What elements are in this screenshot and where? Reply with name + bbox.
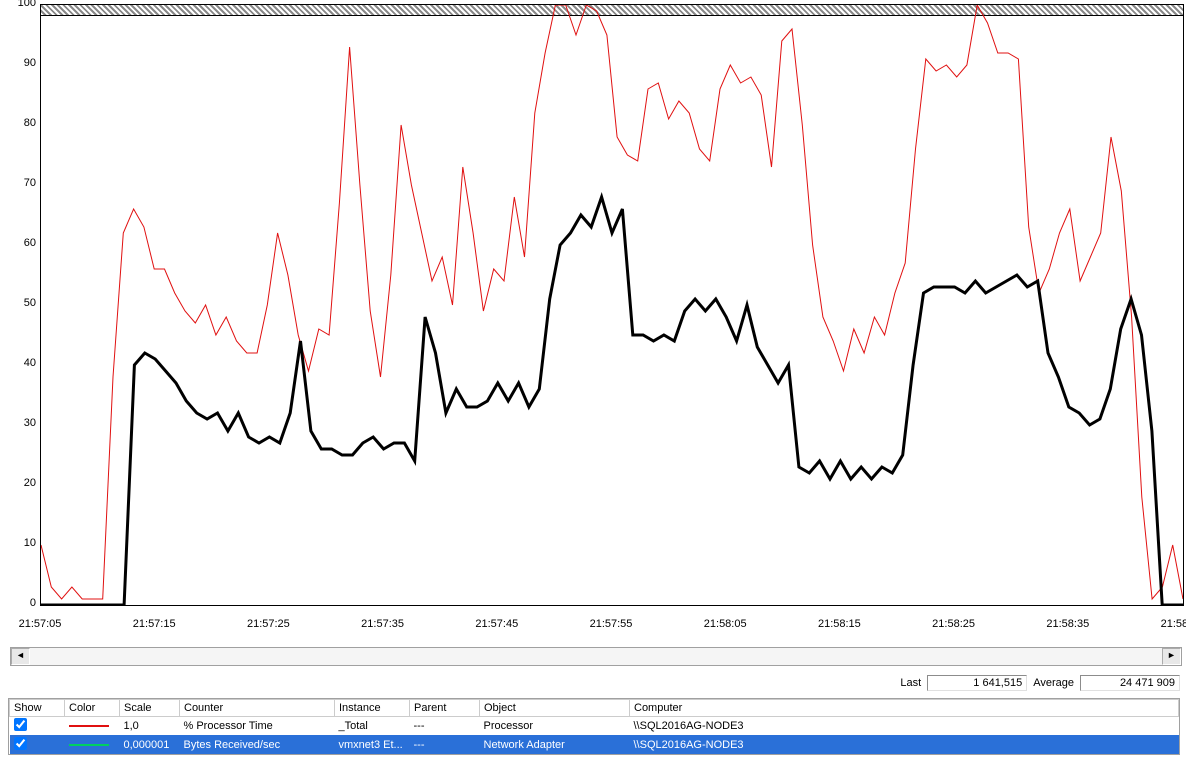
y-tick-label: 30 <box>0 417 36 429</box>
cell-instance: vmxnet3 Et... <box>335 736 410 755</box>
col-parent[interactable]: Parent <box>410 700 480 717</box>
chart-lines-svg <box>41 5 1183 605</box>
color-swatch <box>69 725 109 727</box>
col-show[interactable]: Show <box>10 700 65 717</box>
stats-bar: Last 1 641,515 Average 24 471 909 <box>0 673 1186 693</box>
cell-instance: _Total <box>335 717 410 736</box>
last-label: Last <box>900 677 921 689</box>
x-tick-label: 21:57:55 <box>590 618 633 630</box>
series-line <box>41 197 1183 605</box>
x-tick-label: 21:57:45 <box>475 618 518 630</box>
x-tick-label: 21:57:15 <box>133 618 176 630</box>
show-checkbox[interactable] <box>14 737 27 750</box>
horizontal-scrollbar[interactable]: ◄ ► <box>10 647 1182 666</box>
x-tick-label: 21:58:45 <box>1161 618 1186 630</box>
col-color[interactable]: Color <box>65 700 120 717</box>
y-tick-label: 40 <box>0 357 36 369</box>
legend-row-selected[interactable]: 0,000001 Bytes Received/sec vmxnet3 Et..… <box>10 736 1179 755</box>
col-counter[interactable]: Counter <box>180 700 335 717</box>
x-tick-label: 21:57:25 <box>247 618 290 630</box>
y-tick-label: 0 <box>0 597 36 609</box>
x-tick-label: 21:58:15 <box>818 618 861 630</box>
color-swatch <box>69 744 109 746</box>
scroll-track[interactable] <box>30 648 1162 665</box>
cell-counter: % Processor Time <box>180 717 335 736</box>
y-tick-label: 60 <box>0 237 36 249</box>
x-tick-label: 21:58:35 <box>1046 618 1089 630</box>
show-checkbox[interactable] <box>14 718 27 731</box>
col-object[interactable]: Object <box>480 700 630 717</box>
cell-scale: 0,000001 <box>120 736 180 755</box>
col-instance[interactable]: Instance <box>335 700 410 717</box>
last-value: 1 641,515 <box>927 675 1027 691</box>
x-tick-label: 21:57:35 <box>361 618 404 630</box>
y-tick-label: 100 <box>0 0 36 9</box>
col-scale[interactable]: Scale <box>120 700 180 717</box>
y-tick-label: 80 <box>0 117 36 129</box>
col-computer[interactable]: Computer <box>630 700 1179 717</box>
x-tick-label: 21:58:25 <box>932 618 975 630</box>
cell-computer: \\SQL2016AG-NODE3 <box>630 736 1179 755</box>
x-tick-label: 21:58:05 <box>704 618 747 630</box>
scroll-left-arrow[interactable]: ◄ <box>11 648 30 665</box>
y-tick-label: 20 <box>0 477 36 489</box>
y-tick-label: 10 <box>0 537 36 549</box>
y-tick-label: 90 <box>0 57 36 69</box>
average-label: Average <box>1033 677 1074 689</box>
cell-object: Network Adapter <box>480 736 630 755</box>
y-tick-label: 50 <box>0 297 36 309</box>
scroll-right-arrow[interactable]: ► <box>1162 648 1181 665</box>
cell-computer: \\SQL2016AG-NODE3 <box>630 717 1179 736</box>
cell-object: Processor <box>480 717 630 736</box>
cell-parent: --- <box>410 717 480 736</box>
legend-header-row[interactable]: Show Color Scale Counter Instance Parent… <box>10 700 1179 717</box>
chart-panel: 0 10 20 30 40 50 60 70 80 90 100 21:57:05 21:57:15 2… <box>0 0 1186 630</box>
series-line <box>41 5 1183 599</box>
y-tick-label: 70 <box>0 177 36 189</box>
cell-scale: 1,0 <box>120 717 180 736</box>
cell-counter: Bytes Received/sec <box>180 736 335 755</box>
legend-row[interactable]: 1,0 % Processor Time _Total --- Processo… <box>10 717 1179 736</box>
counter-legend-table[interactable]: Show Color Scale Counter Instance Parent… <box>8 698 1180 755</box>
average-value: 24 471 909 <box>1080 675 1180 691</box>
x-tick-label: 21:57:05 <box>19 618 62 630</box>
cell-parent: --- <box>410 736 480 755</box>
chart-plot-area[interactable] <box>40 4 1184 606</box>
